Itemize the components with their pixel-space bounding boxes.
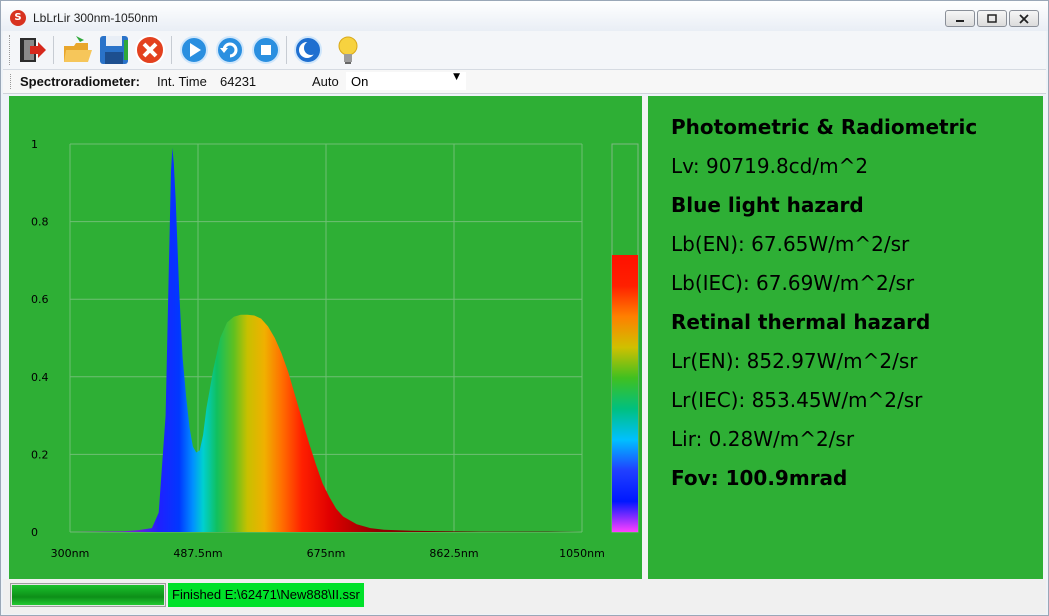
cancel-button[interactable] (134, 34, 166, 66)
progress-fill (12, 585, 164, 605)
toolbar-grip[interactable] (9, 35, 12, 65)
results-panel: Photometric & Radiometric Lv: 90719.8cd/… (648, 96, 1043, 579)
start-button[interactable] (178, 34, 210, 66)
toolbar-separator (53, 36, 54, 64)
lir-value: Lir: 0.28W/m^2/sr (671, 427, 855, 451)
status-bar: Finished E:\62471\New888\II.ssr (3, 579, 1046, 614)
open-button[interactable] (62, 34, 94, 66)
close-button[interactable] (1009, 10, 1039, 27)
int-time-label: Int. Time (157, 74, 207, 89)
section-photometric: Photometric & Radiometric (671, 115, 978, 139)
y-tick-label: 1 (31, 138, 38, 151)
app-window: S LbLrLir 300nm-1050nm Spectroradiometer… (0, 0, 1049, 616)
device-label: Spectroradiometer: (20, 74, 140, 89)
exit-icon (20, 38, 46, 62)
open-folder-icon (64, 36, 92, 62)
title-bar[interactable]: S LbLrLir 300nm-1050nm (1, 1, 1048, 31)
settings-grip[interactable] (10, 74, 13, 89)
save-disk-icon (100, 36, 128, 64)
auto-mode-value: On (351, 74, 369, 89)
app-logo-icon: S (10, 10, 26, 26)
x-tick-label: 862.5nm (429, 547, 478, 560)
x-tick-label: 300nm (51, 547, 90, 560)
toolbar-separator (171, 36, 172, 64)
window-title: LbLrLir 300nm-1050nm (33, 11, 158, 25)
settings-bar: Spectroradiometer: Int. Time 64231 Auto … (3, 70, 1046, 94)
lightbulb-icon (338, 36, 358, 64)
x-tick-label: 675nm (307, 547, 346, 560)
lr-iec-value: Lr(IEC): 853.45W/m^2/sr (671, 388, 923, 412)
dark-mode-button[interactable] (292, 34, 324, 66)
x-tick-label: 487.5nm (173, 547, 222, 560)
refresh-icon (216, 36, 244, 64)
play-icon (180, 36, 208, 64)
stop-icon (252, 36, 280, 64)
refresh-button[interactable] (214, 34, 246, 66)
y-tick-label: 0 (31, 526, 38, 539)
chevron-down-icon: ▼ (453, 72, 460, 82)
section-blue-light: Blue light hazard (671, 193, 864, 217)
lamp-button[interactable] (332, 34, 364, 66)
color-scale-bar (612, 255, 638, 532)
save-button[interactable] (98, 34, 130, 66)
minimize-button[interactable] (945, 10, 975, 27)
lb-iec-value: Lb(IEC): 67.69W/m^2/sr (671, 271, 915, 295)
exit-button[interactable] (16, 34, 48, 66)
y-tick-label: 0.6 (31, 293, 49, 306)
moon-icon (294, 36, 322, 64)
stop-button[interactable] (250, 34, 282, 66)
progress-bar (10, 583, 166, 607)
toolbar (3, 31, 1046, 70)
section-retinal-thermal: Retinal thermal hazard (671, 310, 931, 334)
lv-value: Lv: 90719.8cd/m^2 (671, 154, 869, 178)
mode-label: Auto (312, 74, 339, 89)
spectrum-chart-panel: 300nm 487.5nm 675nm 862.5nm 1050nm 0 0.2 0.4 0.6… (9, 96, 642, 579)
toolbar-separator (286, 36, 287, 64)
close-icon (1019, 14, 1029, 24)
y-tick-label: 0.8 (31, 216, 49, 229)
x-tick-label: 1050nm (559, 547, 605, 560)
lr-en-value: Lr(EN): 852.97W/m^2/sr (671, 349, 918, 373)
maximize-button[interactable] (977, 10, 1007, 27)
status-message: Finished E:\62471\New888\II.ssr (168, 583, 364, 607)
int-time-value[interactable]: 64231 (220, 74, 256, 89)
y-tick-label: 0.2 (31, 448, 49, 461)
cancel-x-icon (135, 35, 165, 65)
y-tick-label: 0.4 (31, 371, 49, 384)
lb-en-value: Lb(EN): 67.65W/m^2/sr (671, 232, 910, 256)
spectrum-chart: 300nm 487.5nm 675nm 862.5nm 1050nm 0 0.2 0.4 0.6… (31, 138, 639, 560)
minimize-icon (956, 20, 964, 22)
restore-icon (987, 14, 997, 23)
fov-value: Fov: 100.9mrad (671, 466, 848, 490)
auto-mode-select[interactable]: On ▼ (346, 72, 466, 90)
